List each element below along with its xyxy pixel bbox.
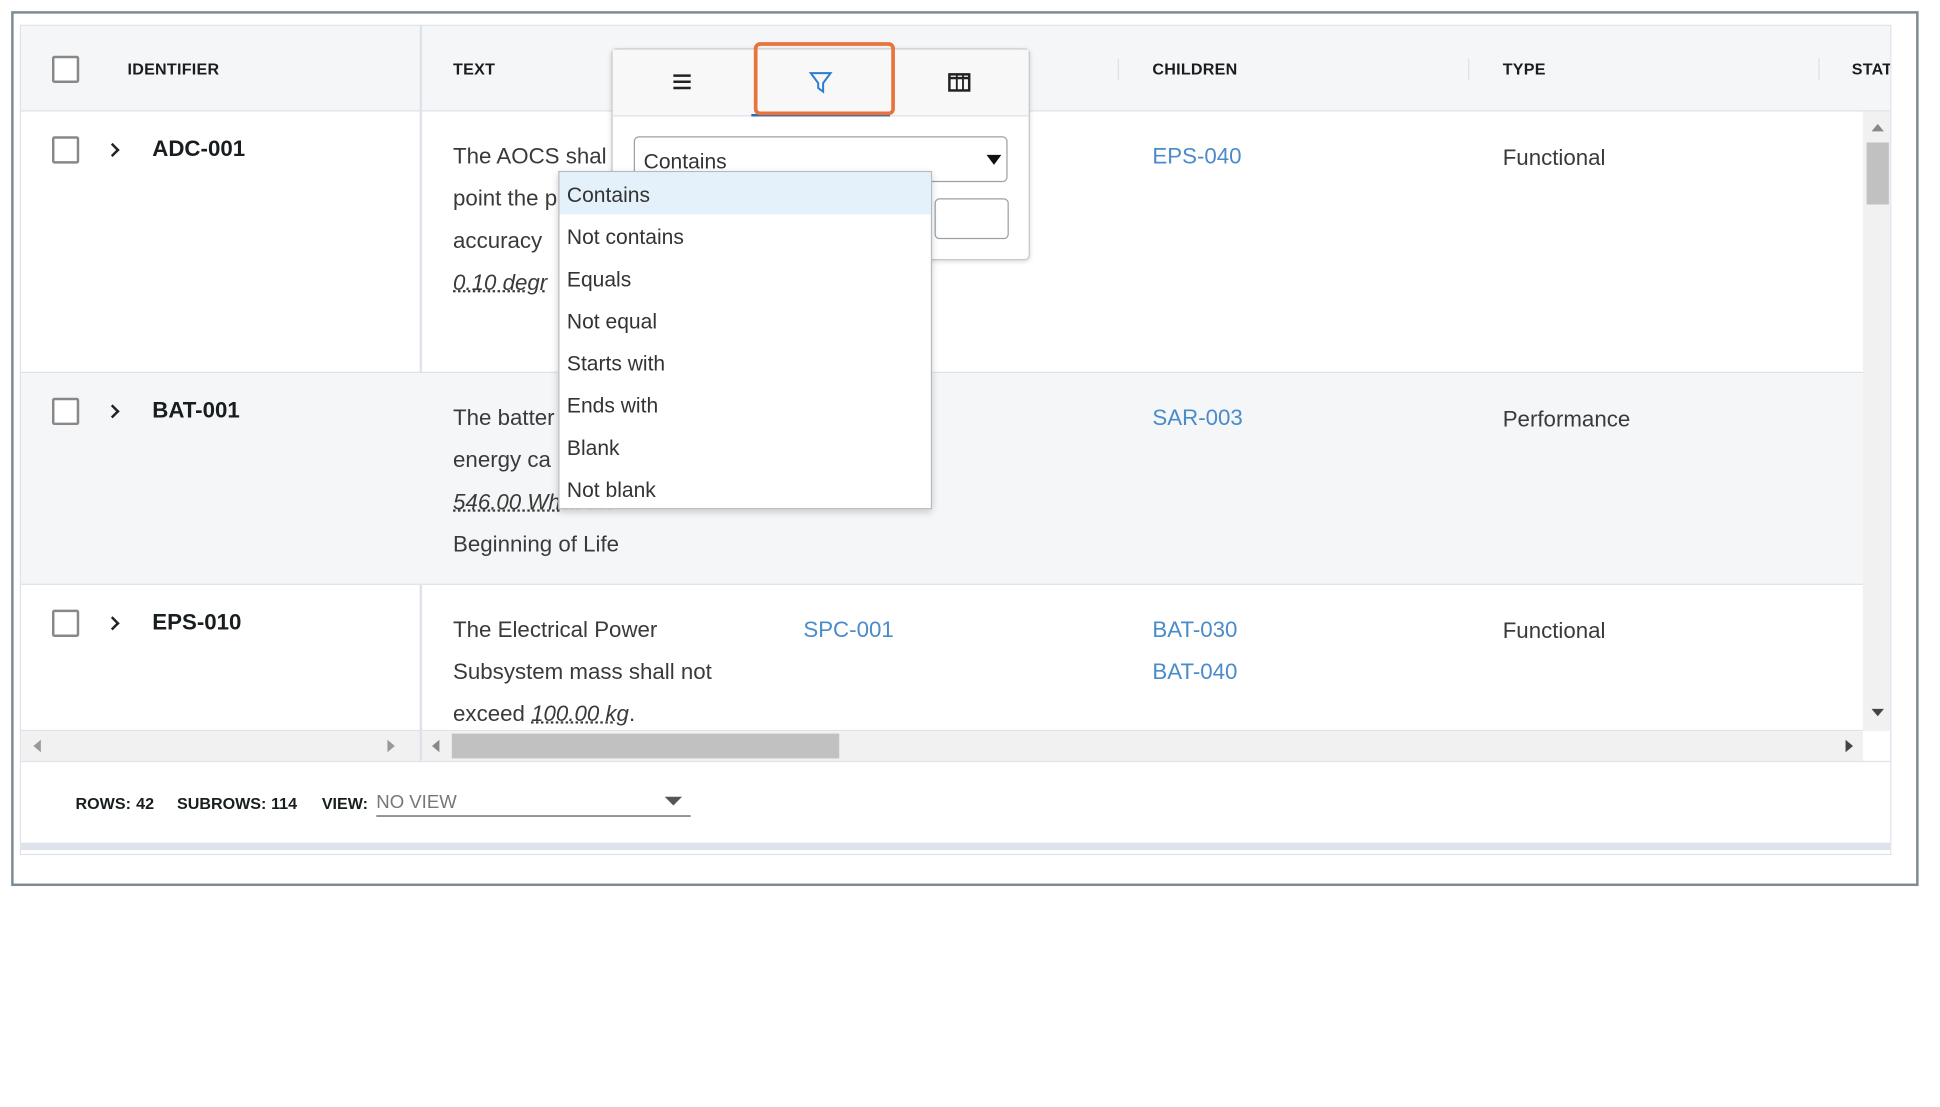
header-text[interactable]: TEXT	[453, 26, 495, 112]
text-line: Beginning of Life	[453, 531, 620, 557]
option-not-blank[interactable]: Not blank	[559, 467, 930, 509]
header-identifier[interactable]: IDENTIFIER	[127, 26, 219, 112]
header-state[interactable]: STATE	[1852, 26, 1890, 112]
row-checkbox[interactable]	[51, 397, 80, 426]
menu-icon	[673, 74, 691, 90]
column-divider	[419, 26, 423, 112]
text-line: exceed 100.00 kg.	[453, 693, 712, 735]
scroll-down-icon[interactable]	[1871, 708, 1884, 717]
pinned-scroll-right-icon[interactable]	[387, 739, 395, 753]
scroll-right-icon[interactable]	[1845, 739, 1853, 753]
scroll-up-icon[interactable]	[1871, 123, 1884, 132]
text-line: The Electrical Power	[453, 617, 658, 642]
option-not-equal[interactable]: Not equal	[559, 299, 930, 341]
parent-link[interactable]: SPC-001	[803, 608, 893, 650]
filter-operator-value: Contains	[643, 149, 727, 174]
option-ends-with[interactable]: Ends with	[559, 383, 930, 425]
option-not-contains[interactable]: Not contains	[559, 214, 930, 256]
select-caret-icon	[986, 154, 1002, 165]
grid-footer: ROWS: 42 SUBROWS: 114 VIEW: NO VIEW	[21, 760, 1891, 854]
rows-label: ROWS:	[75, 794, 131, 813]
view-label: VIEW:	[321, 794, 369, 813]
row-text: The Electrical Power Subsystem mass shal…	[453, 608, 712, 734]
text-value[interactable]: 100.00 kg	[531, 701, 629, 726]
rows-count: 42	[136, 794, 155, 813]
subrows-label: SUBROWS:	[177, 794, 267, 813]
row-identifier: ADC-001	[152, 136, 246, 162]
scrollbar-divider	[419, 731, 423, 761]
filter-operator-options: Contains Not contains Equals Not equal S…	[558, 171, 933, 510]
expand-chevron-icon[interactable]	[105, 404, 120, 419]
table-row[interactable]: EPS-010 The Electrical Power Subsystem m…	[21, 585, 1863, 734]
column-divider	[1818, 58, 1820, 81]
select-all-checkbox[interactable]	[51, 55, 80, 84]
pinned-scroll-left-icon[interactable]	[33, 739, 41, 753]
subrows-count: 114	[271, 794, 298, 813]
tab-columns[interactable]	[890, 50, 1029, 117]
text-value[interactable]: 546.00 Wh	[453, 489, 561, 514]
option-contains[interactable]: Contains	[559, 172, 931, 215]
chevron-down-icon	[664, 796, 683, 806]
columns-icon	[948, 73, 971, 92]
horizontal-scroll-thumb[interactable]	[451, 733, 840, 759]
table-row[interactable]: BAT-001 The batter energy ca 546.00 What…	[21, 372, 1863, 585]
row-checkbox[interactable]	[51, 609, 80, 637]
row-checkbox[interactable]	[51, 136, 80, 164]
option-starts-with[interactable]: Starts with	[559, 341, 930, 383]
scroll-left-icon[interactable]	[431, 739, 440, 753]
child-link: BAT-030 BAT-040	[1152, 608, 1237, 692]
row-identifier: BAT-001	[152, 397, 240, 423]
row-identifier: EPS-010	[152, 609, 242, 635]
horizontal-scrollbar[interactable]	[21, 731, 1863, 761]
footer-bar	[21, 842, 1891, 851]
expand-chevron-icon[interactable]	[105, 142, 120, 157]
column-divider	[1117, 58, 1119, 81]
child-link-item[interactable]: BAT-040	[1152, 651, 1237, 693]
option-blank[interactable]: Blank	[559, 425, 930, 467]
text-line: Subsystem mass shall not	[453, 659, 712, 685]
option-equals[interactable]: Equals	[559, 257, 930, 299]
text-fragment: .	[628, 701, 636, 727]
tab-general[interactable]	[613, 50, 752, 117]
vertical-scroll-thumb[interactable]	[1866, 142, 1889, 205]
child-link-item[interactable]: BAT-030	[1152, 608, 1237, 650]
row-type: Performance	[1502, 406, 1631, 432]
view-select-value: NO VIEW	[376, 791, 457, 813]
child-link[interactable]: SAR-003	[1152, 397, 1242, 439]
header-type[interactable]: TYPE	[1503, 26, 1546, 112]
text-fragment: exceed	[453, 701, 532, 727]
vertical-scrollbar[interactable]	[1862, 111, 1891, 732]
expand-chevron-icon[interactable]	[105, 616, 120, 631]
row-type: Functional	[1502, 144, 1606, 170]
screenshot: IDENTIFIER TEXT CHILDREN TYPE STATE ADC-…	[0, 0, 1940, 1107]
view-select[interactable]: NO VIEW	[376, 787, 691, 817]
row-type: Functional	[1502, 618, 1606, 644]
header-children[interactable]: CHILDREN	[1152, 26, 1237, 112]
filter-tab-highlight	[753, 42, 895, 116]
filter-value-input[interactable]	[934, 198, 1009, 240]
column-divider	[1468, 58, 1470, 81]
child-link[interactable]: EPS-040	[1152, 135, 1241, 177]
